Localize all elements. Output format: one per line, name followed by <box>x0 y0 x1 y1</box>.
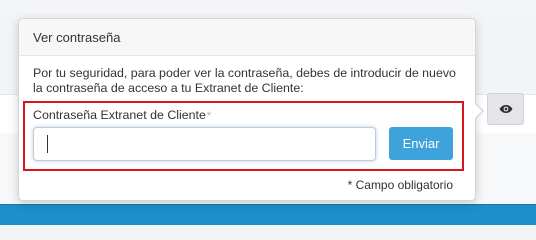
text-caret <box>47 135 48 153</box>
password-input[interactable] <box>33 127 376 161</box>
submit-button[interactable]: Enviar <box>389 127 453 160</box>
verify-password-popover: Ver contraseña Por tu seguridad, para po… <box>18 18 484 201</box>
eye-icon <box>499 104 513 114</box>
required-mark: * <box>206 110 212 122</box>
popover-title: Ver contraseña <box>19 19 475 56</box>
popover-message: Por tu seguridad, para poder ver la cont… <box>33 66 456 95</box>
show-password-button[interactable] <box>487 93 524 125</box>
password-field-label: Contraseña Extranet de Cliente* <box>33 108 211 122</box>
popover-arrow-fill <box>475 104 482 118</box>
password-field-label-text: Contraseña Extranet de Cliente <box>33 108 206 122</box>
bottom-bar <box>0 204 536 225</box>
required-field-note: * Campo obligatorio <box>347 178 453 192</box>
page-top-strip <box>0 0 536 14</box>
